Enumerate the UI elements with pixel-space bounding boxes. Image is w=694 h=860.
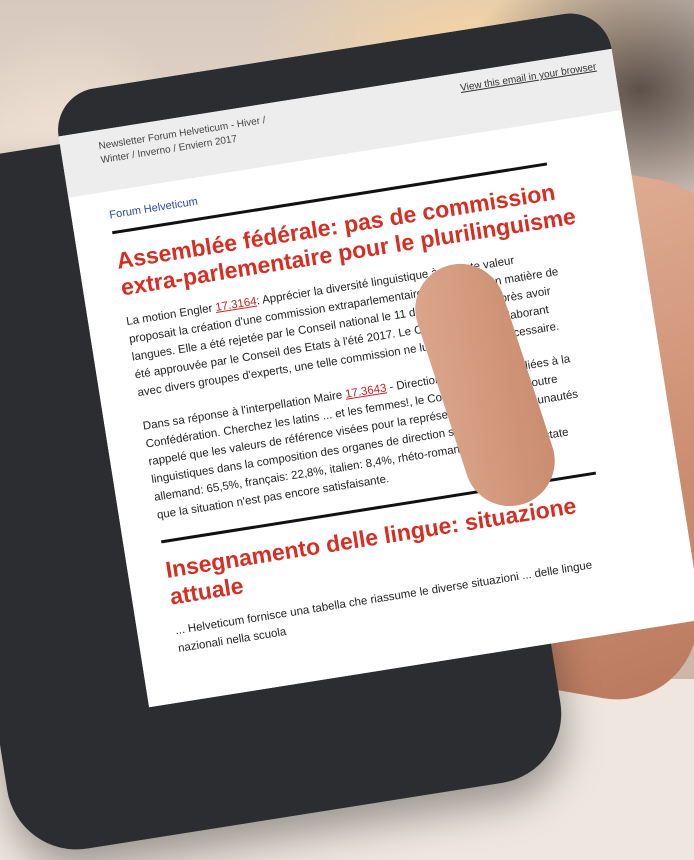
interpellation-link[interactable]: 17.3643 (344, 382, 387, 400)
phone-screen: Newsletter Forum Helveticum - Hiver / Wi… (52, 7, 694, 708)
email-content: Forum Helveticum Assemblée fédérale: pas… (68, 110, 694, 664)
motion-link[interactable]: 17.3164 (215, 296, 258, 314)
email-view: Newsletter Forum Helveticum - Hiver / Wi… (52, 7, 694, 708)
